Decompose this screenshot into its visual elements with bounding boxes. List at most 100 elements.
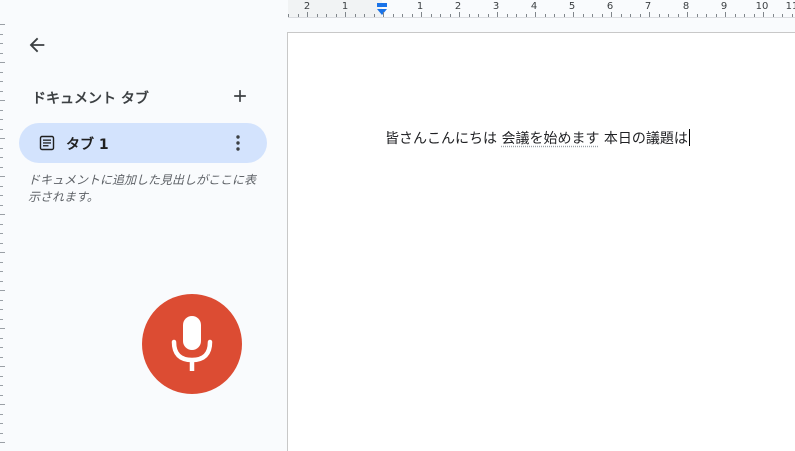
- ruler-tick: [0, 243, 3, 244]
- indent-marker-icon[interactable]: [376, 3, 388, 15]
- document-page[interactable]: 皆さんこんにちは 会議を始めます 本日の議題は: [287, 32, 795, 451]
- ruler-tick: [0, 338, 3, 339]
- ruler-tick: [554, 14, 555, 17]
- ruler-tick: [0, 24, 5, 25]
- ruler-tick: [621, 14, 622, 17]
- ruler-tick: [516, 14, 517, 17]
- plus-icon[interactable]: [230, 86, 250, 106]
- ruler-margin-area: [288, 0, 382, 17]
- text-greeting: 皆さんこんにちは: [385, 131, 502, 147]
- ruler-number: 8: [682, 1, 690, 12]
- more-vert-icon[interactable]: [231, 133, 245, 153]
- ruler-number: 10: [755, 1, 769, 12]
- document-body-text[interactable]: 皆さんこんにちは 会議を始めます 本日の議題は: [385, 128, 690, 150]
- outline-empty-hint: ドキュメントに追加した見出しがここに表示されます。: [28, 173, 257, 204]
- ruler-tick: [754, 14, 755, 17]
- ruler-tick: [355, 14, 356, 17]
- ruler-tick: [0, 110, 3, 111]
- ruler-number: 5: [568, 1, 576, 12]
- ruler-tick: [0, 252, 5, 253]
- ruler-tick: [412, 14, 413, 17]
- ruler-tick: [583, 14, 584, 17]
- text-spellcheck-flagged: 会議を始めます: [501, 131, 600, 147]
- ruler-tick: [0, 72, 3, 73]
- ruler-tick: [507, 14, 508, 17]
- horizontal-ruler[interactable]: 211234567891011: [288, 0, 795, 18]
- ruler-tick: [0, 205, 3, 206]
- ruler-tick: [336, 14, 337, 17]
- ruler-tick: [288, 14, 289, 17]
- ruler-number: 2: [303, 1, 311, 12]
- ruler-tick: [0, 262, 3, 263]
- ruler-tick: [402, 14, 403, 17]
- ruler-tick: [602, 14, 603, 17]
- ruler-tick: [0, 214, 5, 215]
- ruler-tick: [0, 62, 5, 63]
- ruler-tick: [659, 14, 660, 17]
- document-tabs-sidebar: ドキュメント タブ タブ 1 ドキュメントに追加した見出しがここに表示されます。: [6, 18, 288, 451]
- tab-item-label: タブ 1: [66, 137, 109, 153]
- ruler-tick: [0, 233, 3, 234]
- ruler-tick: [0, 100, 5, 101]
- ruler-tick: [0, 167, 3, 168]
- ruler-tick: [488, 14, 489, 17]
- ruler-tick: [317, 14, 318, 17]
- ruler-tick: [478, 14, 479, 17]
- ruler-tick: [678, 14, 679, 17]
- ruler-tick: [0, 433, 3, 434]
- ruler-tick: [364, 14, 365, 17]
- ruler-number: 11: [785, 1, 795, 12]
- ruler-tick: [630, 14, 631, 17]
- ruler-number: 6: [606, 1, 614, 12]
- ruler-tick: [0, 81, 3, 82]
- arrow-back-icon[interactable]: [26, 34, 48, 56]
- ruler-number: 1: [416, 1, 424, 12]
- ruler-tick: [298, 14, 299, 17]
- ruler-tick: [383, 12, 384, 17]
- ruler-tick: [374, 14, 375, 17]
- ruler-tick: [0, 119, 3, 120]
- microphone-icon: [171, 316, 213, 371]
- ruler-tick: [0, 347, 3, 348]
- voice-typing-mic-button[interactable]: [142, 294, 242, 394]
- ruler-tick: [0, 376, 3, 377]
- ruler-tick: [0, 300, 3, 301]
- ruler-tick: [0, 319, 3, 320]
- ruler-tick: [735, 14, 736, 17]
- ruler-tick: [0, 423, 3, 424]
- ruler-tick: [0, 385, 3, 386]
- ruler-tick: [0, 186, 3, 187]
- ruler-number: 1: [341, 1, 349, 12]
- ruler-tick: [697, 14, 698, 17]
- ruler-tick: [431, 14, 432, 17]
- ruler-tick: [792, 14, 793, 17]
- ruler-tick: [640, 14, 641, 17]
- ruler-tick: [0, 442, 5, 443]
- ruler-tick: [0, 129, 3, 130]
- ruler-tick: [0, 309, 3, 310]
- ruler-tick: [0, 328, 5, 329]
- docs-app-window: 211234567891011 ドキュメント タブ タブ 1 ドキュメントに追加…: [0, 0, 795, 451]
- ruler-tick: [0, 404, 5, 405]
- ruler-tick: [0, 91, 3, 92]
- ruler-tick: [564, 14, 565, 17]
- text-agenda: 本日の議題は: [599, 131, 688, 147]
- ruler-number: 9: [720, 1, 728, 12]
- ruler-tick: [0, 414, 3, 415]
- tab-item-1[interactable]: タブ 1: [19, 123, 267, 163]
- ruler-tick: [0, 395, 3, 396]
- ruler-tick: [773, 14, 774, 17]
- ruler-tick: [0, 43, 3, 44]
- ruler-tick: [0, 138, 5, 139]
- ruler-number: 7: [644, 1, 652, 12]
- ruler-tick: [0, 195, 3, 196]
- ruler-tick: [0, 224, 3, 225]
- ruler-number: 4: [530, 1, 538, 12]
- ruler-tick: [782, 14, 783, 17]
- text-cursor: [688, 129, 690, 146]
- ruler-tick: [0, 357, 3, 358]
- ruler-tick: [0, 271, 3, 272]
- ruler-tick: [0, 176, 5, 177]
- ruler-tick: [0, 34, 3, 35]
- document-tabs-heading: ドキュメント タブ: [32, 91, 149, 107]
